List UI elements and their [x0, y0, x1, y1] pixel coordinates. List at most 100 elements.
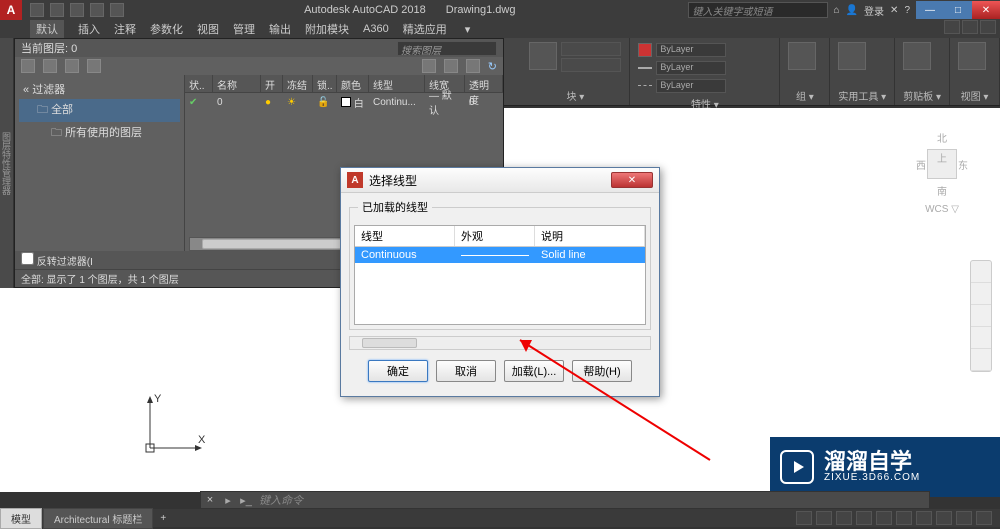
- linetype-row-selected[interactable]: Continuous Solid line: [355, 247, 645, 263]
- menu-item[interactable]: 参数化: [150, 21, 183, 37]
- col-freeze[interactable]: 冻结: [283, 75, 313, 92]
- color-select[interactable]: ByLayer: [656, 43, 726, 57]
- load-button[interactable]: 加载(L)...: [504, 360, 564, 382]
- menu-item[interactable]: 附加模块: [305, 21, 349, 37]
- col-lock[interactable]: 锁..: [313, 75, 337, 92]
- command-input[interactable]: 键入命令: [255, 492, 929, 508]
- col-name[interactable]: 名称: [213, 75, 261, 92]
- cancel-button[interactable]: 取消: [436, 360, 496, 382]
- reverse-filter-checkbox[interactable]: 反转过滤器(I: [21, 252, 93, 268]
- cmdline-customize-icon[interactable]: ▸: [219, 494, 237, 507]
- col-appearance[interactable]: 外观: [455, 226, 535, 246]
- transparency-cell[interactable]: 0: [465, 97, 503, 108]
- status-polar-icon[interactable]: [876, 511, 892, 525]
- menu-item[interactable]: 输出: [269, 21, 291, 37]
- qat-open-icon[interactable]: [50, 3, 64, 17]
- minimize-button[interactable]: —: [916, 1, 944, 19]
- status-lwt-icon[interactable]: [916, 511, 932, 525]
- utility-button[interactable]: [838, 42, 866, 70]
- menu-item[interactable]: 注释: [114, 21, 136, 37]
- app-logo[interactable]: A: [0, 0, 22, 20]
- nav-zoom-icon[interactable]: [971, 305, 991, 327]
- layer-settings-icon[interactable]: [466, 59, 480, 73]
- close-button[interactable]: ✕: [972, 1, 1000, 19]
- linetype-cell[interactable]: Continu...: [369, 97, 425, 108]
- status-ortho-icon[interactable]: [856, 511, 872, 525]
- signin-label[interactable]: 登录: [864, 3, 884, 18]
- col-linetype[interactable]: 线型: [369, 75, 425, 92]
- menu-item[interactable]: 管理: [233, 21, 255, 37]
- layout-tab[interactable]: Architectural 标题栏: [43, 508, 153, 529]
- status-customize-icon[interactable]: [976, 511, 992, 525]
- paste-button[interactable]: [903, 42, 931, 70]
- col-color[interactable]: 颜色: [337, 75, 369, 92]
- layer-filter-icon[interactable]: [444, 59, 458, 73]
- nav-wheel-icon[interactable]: [971, 261, 991, 283]
- delete-layer-icon[interactable]: [65, 59, 79, 73]
- block-tool-button[interactable]: [561, 42, 621, 56]
- lock-cell[interactable]: 🔓: [313, 97, 337, 108]
- lineweight-select[interactable]: ByLayer: [656, 61, 726, 75]
- lineweight-cell[interactable]: — 默认: [425, 87, 465, 117]
- col-linetype[interactable]: 线型: [355, 226, 455, 246]
- status-workspace-icon[interactable]: [956, 511, 972, 525]
- nav-showmotion-icon[interactable]: [971, 349, 991, 371]
- status-model-icon[interactable]: [796, 511, 812, 525]
- help-search-input[interactable]: 键入关键字或短语: [688, 2, 828, 18]
- menu-overflow-icon[interactable]: ▾: [465, 23, 471, 36]
- on-cell[interactable]: ●: [261, 97, 283, 108]
- ok-button[interactable]: 确定: [368, 360, 428, 382]
- menu-item[interactable]: A360: [363, 23, 389, 35]
- dialog-titlebar[interactable]: A 选择线型 ✕: [341, 168, 659, 193]
- maximize-button[interactable]: □: [944, 1, 972, 19]
- layer-row[interactable]: ✔ 0 ● ☀ 🔓 白 Continu... — 默认 0: [185, 93, 503, 111]
- menu-item[interactable]: 精选应用: [403, 21, 447, 37]
- add-layout-icon[interactable]: +: [154, 513, 172, 524]
- status-osnap-icon[interactable]: [896, 511, 912, 525]
- viewcube-wcs[interactable]: WCS ▽: [916, 204, 968, 215]
- layer-search-input[interactable]: 搜索图层: [397, 41, 497, 56]
- set-current-icon[interactable]: [87, 59, 101, 73]
- status-snap-icon[interactable]: [836, 511, 852, 525]
- draw-close-icon[interactable]: [980, 20, 996, 34]
- freeze-cell[interactable]: ☀: [283, 97, 313, 108]
- menu-item[interactable]: 默认: [30, 20, 64, 38]
- qat-redo-icon[interactable]: [110, 3, 124, 17]
- cmdline-close-icon[interactable]: ×: [201, 494, 219, 506]
- model-tab[interactable]: 模型: [0, 508, 42, 529]
- col-on[interactable]: 开: [261, 75, 283, 92]
- block-tool-button[interactable]: [561, 58, 621, 72]
- dialog-hscroll[interactable]: [349, 336, 651, 350]
- col-status[interactable]: 状..: [185, 75, 213, 92]
- draw-min-icon[interactable]: [944, 20, 960, 34]
- command-line[interactable]: × ▸ ▸_ 键入命令: [200, 491, 930, 509]
- dialog-close-button[interactable]: ✕: [611, 172, 653, 188]
- qat-save-icon[interactable]: [70, 3, 84, 17]
- exchange-icon[interactable]: ✕: [890, 5, 898, 16]
- reverse-filter-input[interactable]: [21, 252, 34, 265]
- new-layer-vpfrozen-icon[interactable]: [43, 59, 57, 73]
- menu-item[interactable]: 插入: [78, 21, 100, 37]
- viewcube[interactable]: 北 西 上 东 南 WCS ▽: [916, 130, 968, 220]
- status-anno-icon[interactable]: [936, 511, 952, 525]
- filter-all[interactable]: 🗀 全部: [19, 99, 180, 122]
- signin-icon[interactable]: 👤: [846, 5, 858, 16]
- col-transparency[interactable]: 透明度: [465, 75, 503, 92]
- name-cell[interactable]: 0: [213, 97, 261, 108]
- infocenter-icon[interactable]: ⌂: [834, 5, 840, 16]
- insert-block-button[interactable]: [529, 42, 557, 70]
- nav-pan-icon[interactable]: [971, 283, 991, 305]
- draw-max-icon[interactable]: [962, 20, 978, 34]
- col-description[interactable]: 说明: [535, 226, 645, 246]
- color-swatch[interactable]: [638, 43, 652, 57]
- group-button[interactable]: [788, 42, 816, 70]
- new-layer-icon[interactable]: [21, 59, 35, 73]
- scrollbar-thumb[interactable]: [362, 338, 417, 348]
- filter-used-layers[interactable]: 🗀 所有使用的图层: [19, 122, 180, 145]
- status-grid-icon[interactable]: [816, 511, 832, 525]
- color-cell[interactable]: 白: [337, 95, 369, 110]
- linetype-select[interactable]: ByLayer: [656, 79, 726, 93]
- layer-states-icon[interactable]: [422, 59, 436, 73]
- refresh-icon[interactable]: ↻: [488, 60, 497, 73]
- nav-orbit-icon[interactable]: [971, 327, 991, 349]
